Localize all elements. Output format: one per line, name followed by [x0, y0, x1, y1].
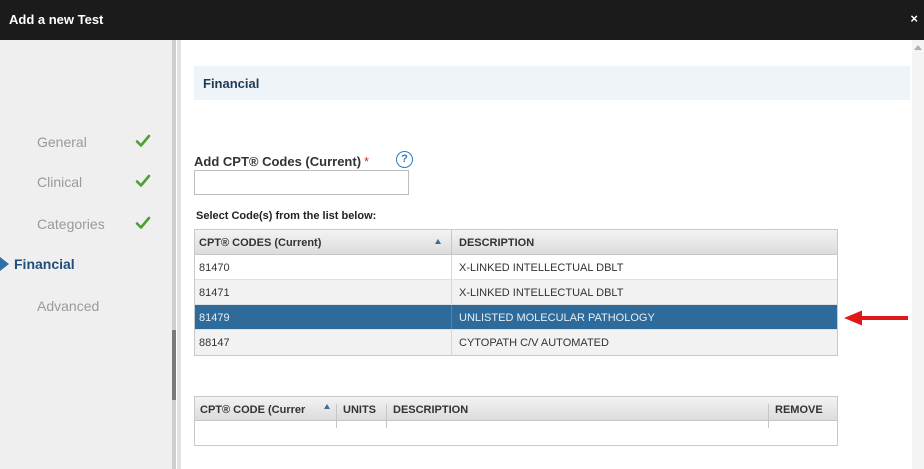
table-row[interactable]: 81470 X-LINKED INTELLECTUAL DBLT	[195, 255, 837, 280]
table-row[interactable]: 81471 X-LINKED INTELLECTUAL DBLT	[195, 280, 837, 305]
column-divider	[451, 305, 452, 329]
sidebar-divider-inner	[177, 40, 181, 469]
sidebar-item-label: Advanced	[37, 298, 100, 314]
sidebar-scrollbar-thumb[interactable]	[172, 330, 176, 400]
sidebar-divider	[172, 40, 176, 469]
help-icon[interactable]: ?	[396, 151, 413, 168]
sidebar-item-categories[interactable]: Categories	[0, 213, 172, 237]
column-divider	[451, 230, 452, 254]
check-icon	[135, 134, 151, 147]
sort-ascending-icon[interactable]	[435, 239, 441, 244]
column-divider	[386, 404, 387, 428]
scroll-up-icon[interactable]	[914, 45, 922, 50]
sidebar-item-label: Categories	[37, 216, 105, 232]
column-header-cpt-code[interactable]: CPT® CODE (Currer	[200, 404, 305, 416]
sidebar-item-label: General	[37, 134, 87, 150]
cell-code: 81471	[199, 287, 230, 299]
cpt-code-input[interactable]	[194, 170, 409, 195]
sidebar-item-advanced[interactable]: Advanced	[0, 295, 172, 319]
cell-code: 88147	[199, 337, 230, 349]
content-scrollbar[interactable]	[912, 40, 924, 469]
triangle-right-icon	[0, 257, 9, 271]
sidebar-item-label: Financial	[14, 256, 75, 272]
cell-description: X-LINKED INTELLECTUAL DBLT	[459, 287, 624, 299]
column-divider	[451, 280, 452, 304]
cell-description: CYTOPATH C/V AUTOMATED	[459, 337, 609, 349]
wizard-sidebar: General Clinical Categories Financial Ad…	[0, 40, 172, 469]
code-list-label: Select Code(s) from the list below:	[196, 210, 377, 222]
close-icon[interactable]: ×	[910, 11, 918, 26]
cell-description: UNLISTED MOLECULAR PATHOLOGY	[459, 312, 655, 324]
column-divider	[336, 404, 337, 428]
sidebar-item-financial[interactable]: Financial	[0, 253, 172, 277]
cpt-codes-grid: CPT® CODES (Current) DESCRIPTION 81470 X…	[194, 229, 838, 356]
column-header-cpt-codes[interactable]: CPT® CODES (Current)	[199, 237, 321, 249]
required-marker: *	[364, 154, 370, 169]
sidebar-item-label: Clinical	[37, 174, 83, 190]
column-divider	[451, 255, 452, 279]
column-header-description[interactable]: DESCRIPTION	[393, 404, 468, 416]
column-header-description[interactable]: DESCRIPTION	[459, 237, 534, 249]
sort-ascending-icon[interactable]	[324, 404, 330, 409]
check-icon	[135, 216, 151, 229]
grid-header: CPT® CODES (Current) DESCRIPTION	[195, 230, 837, 255]
dialog-title: Add a new Test	[9, 12, 104, 27]
sidebar-item-general[interactable]: General	[0, 131, 172, 155]
check-icon	[135, 174, 151, 187]
selected-codes-grid: CPT® CODE (Currer UNITS DESCRIPTION REMO…	[194, 396, 838, 446]
table-row-selected[interactable]: 81479 UNLISTED MOLECULAR PATHOLOGY	[195, 305, 837, 330]
grid-header: CPT® CODE (Currer UNITS DESCRIPTION REMO…	[195, 397, 837, 428]
column-divider	[768, 404, 769, 428]
column-divider	[451, 330, 452, 355]
cell-code: 81470	[199, 262, 230, 274]
column-header-units[interactable]: UNITS	[343, 404, 376, 416]
sidebar-item-clinical[interactable]: Clinical	[0, 171, 172, 195]
red-arrow-icon	[844, 310, 908, 326]
cell-code: 81479	[199, 312, 230, 324]
section-header: Financial	[194, 66, 910, 100]
dialog-titlebar: Add a new Test ×	[0, 0, 924, 40]
column-header-remove[interactable]: REMOVE	[775, 404, 823, 416]
cell-description: X-LINKED INTELLECTUAL DBLT	[459, 262, 624, 274]
cpt-field-label: Add CPT® Codes (Current) *	[194, 154, 369, 169]
table-row[interactable]: 88147 CYTOPATH C/V AUTOMATED	[195, 330, 837, 355]
cpt-field-label-text: Add CPT® Codes (Current)	[194, 154, 362, 169]
section-title: Financial	[203, 76, 260, 91]
